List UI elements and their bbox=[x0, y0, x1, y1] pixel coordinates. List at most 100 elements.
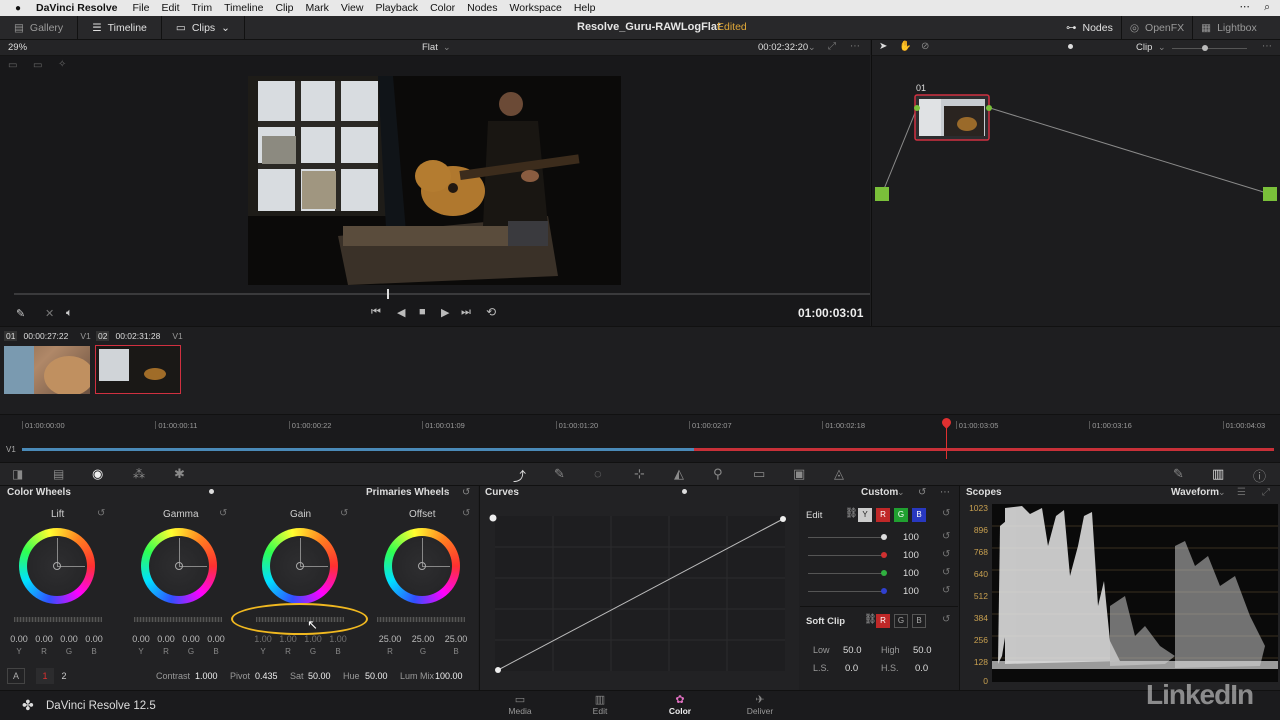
speaker-icon[interactable]: 🔈︎ bbox=[66, 307, 73, 320]
chevron-down-icon[interactable]: ⌄ bbox=[808, 42, 816, 53]
pointer-icon[interactable]: ➤ bbox=[879, 41, 887, 52]
gain-y-value[interactable]: 1.00 bbox=[253, 634, 273, 644]
fullscreen-icon[interactable]: ⤢ bbox=[828, 41, 836, 52]
camera-raw-icon[interactable]: ◨ bbox=[12, 467, 23, 481]
gamma-b-value[interactable]: 0.00 bbox=[206, 634, 226, 644]
scope-type-selector[interactable]: Waveform bbox=[1171, 487, 1219, 501]
r-intensity-slider[interactable] bbox=[808, 555, 886, 556]
lift-y-value[interactable]: 0.00 bbox=[9, 634, 29, 644]
ls-value[interactable]: 0.0 bbox=[845, 663, 858, 674]
key-icon[interactable]: ⚲ bbox=[713, 466, 723, 482]
play-icon[interactable]: ▶ bbox=[441, 306, 449, 319]
gamma-r-value[interactable]: 0.00 bbox=[156, 634, 176, 644]
apple-icon[interactable]: ● bbox=[8, 3, 28, 14]
openfx-button[interactable]: ◎ OpenFX bbox=[1122, 16, 1192, 40]
viewer-mode-icon[interactable]: ▭ bbox=[8, 60, 17, 71]
gamma-y-value[interactable]: 0.00 bbox=[131, 634, 151, 644]
menu-mark[interactable]: Mark bbox=[306, 2, 329, 14]
reset-icon[interactable]: ↺ bbox=[942, 614, 950, 625]
viewer-frame[interactable] bbox=[248, 76, 621, 285]
menu-file[interactable]: File bbox=[133, 2, 150, 14]
more-options-icon[interactable]: ⋯ bbox=[1262, 41, 1272, 52]
nodes-button[interactable]: ⊶ Nodes bbox=[1058, 16, 1121, 40]
sizing-icon[interactable]: ▭ bbox=[753, 466, 765, 482]
offset-g-value[interactable]: 25.00 bbox=[409, 634, 437, 644]
reset-icon[interactable]: ↺ bbox=[942, 585, 950, 596]
reset-icon[interactable]: ↺ bbox=[942, 549, 950, 560]
color-node-01[interactable] bbox=[915, 95, 989, 140]
gain-b-value[interactable]: 1.00 bbox=[328, 634, 348, 644]
scopes-tab-icon[interactable]: ▥ bbox=[1212, 466, 1224, 482]
stereo-icon[interactable]: ◬ bbox=[834, 466, 844, 482]
mini-timeline[interactable]: 01:00:00:00 01:00:00:11 01:00:00:22 01:00:0… bbox=[0, 414, 1280, 462]
menu-app-name[interactable]: DaVinci Resolve bbox=[36, 2, 118, 14]
window-icon[interactable]: ◌ bbox=[594, 466, 602, 481]
curve-graph[interactable] bbox=[480, 486, 800, 690]
page-2-button[interactable]: 2 bbox=[55, 668, 73, 684]
high-value[interactable]: 50.0 bbox=[913, 645, 932, 656]
link-icon[interactable]: ⛓ bbox=[864, 614, 877, 625]
lift-b-value[interactable]: 0.00 bbox=[84, 634, 104, 644]
offset-wheel[interactable] bbox=[384, 528, 460, 604]
node-output[interactable] bbox=[1263, 187, 1277, 201]
softclip-b-toggle[interactable]: B bbox=[912, 614, 926, 628]
color-picker-icon[interactable]: ✎ bbox=[16, 307, 25, 320]
color-picker-icon[interactable]: ✎ bbox=[1173, 466, 1184, 482]
offset-r-value[interactable]: 25.00 bbox=[376, 634, 404, 644]
menu-view[interactable]: View bbox=[341, 2, 364, 14]
reset-icon[interactable]: ↺ bbox=[918, 487, 926, 498]
b-slider-handle[interactable] bbox=[881, 588, 887, 594]
low-value[interactable]: 50.0 bbox=[843, 645, 862, 656]
menu-timeline[interactable]: Timeline bbox=[224, 2, 263, 14]
reset-icon[interactable]: ↺ bbox=[462, 487, 470, 498]
expand-icon[interactable]: ⤢ bbox=[1262, 487, 1270, 498]
node-mode-selector[interactable]: Clip bbox=[1136, 42, 1152, 53]
scrub-playhead[interactable] bbox=[387, 289, 389, 299]
menu-clip[interactable]: Clip bbox=[275, 2, 293, 14]
b-intensity-value[interactable]: 100 bbox=[903, 586, 919, 597]
more-options-icon[interactable]: ⋯ bbox=[850, 41, 860, 52]
reset-icon[interactable]: ↺ bbox=[942, 567, 950, 578]
gain-wheel[interactable] bbox=[262, 528, 338, 604]
lift-g-value[interactable]: 0.00 bbox=[59, 634, 79, 644]
page-1-button[interactable]: 1 bbox=[36, 668, 54, 684]
y-intensity-value[interactable]: 100 bbox=[903, 532, 919, 543]
lift-wheel[interactable] bbox=[19, 528, 95, 604]
node-zoom-handle[interactable] bbox=[1202, 45, 1208, 51]
reset-icon[interactable]: ↺ bbox=[942, 531, 950, 542]
channel-b-toggle[interactable]: B bbox=[912, 508, 926, 522]
menu-edit[interactable]: Edit bbox=[161, 2, 179, 14]
hue-value[interactable]: 50.00 bbox=[365, 671, 388, 681]
menu-playback[interactable]: Playback bbox=[375, 2, 418, 14]
palette-a-button[interactable]: A bbox=[7, 668, 25, 684]
magic-wand-icon[interactable]: ✧ bbox=[58, 59, 66, 70]
node-input[interactable] bbox=[875, 187, 889, 201]
info-icon[interactable]: ⓘ bbox=[1253, 466, 1266, 485]
bypass-icon[interactable]: ⊘ bbox=[921, 41, 929, 52]
node-editor[interactable]: 01 bbox=[871, 56, 1280, 326]
lightbox-button[interactable]: ▦ Lightbox bbox=[1193, 16, 1265, 40]
lift-master-wheel[interactable] bbox=[14, 617, 102, 622]
loop-icon[interactable]: ⟲ bbox=[486, 305, 496, 319]
menu-nodes[interactable]: Nodes bbox=[467, 2, 497, 14]
gain-r-value[interactable]: 1.00 bbox=[278, 634, 298, 644]
menu-workspace[interactable]: Workspace bbox=[510, 2, 562, 14]
scrub-bar[interactable] bbox=[14, 293, 870, 295]
r-intensity-value[interactable]: 100 bbox=[903, 550, 919, 561]
offset-reset-icon[interactable]: ↺ bbox=[462, 508, 470, 519]
qualifier-icon[interactable]: ✎ bbox=[554, 466, 565, 482]
clip-thumbnail-02[interactable] bbox=[95, 345, 181, 394]
link-icon[interactable]: ⛓ bbox=[845, 508, 858, 519]
menu-help[interactable]: Help bbox=[574, 2, 596, 14]
b-intensity-slider[interactable] bbox=[808, 591, 886, 592]
stop-icon[interactable]: ■ bbox=[419, 306, 426, 318]
sat-value[interactable]: 50.00 bbox=[308, 671, 331, 681]
color-wheels-tab-icon[interactable]: ◉ bbox=[92, 466, 103, 482]
reset-icon[interactable]: ↺ bbox=[942, 508, 950, 519]
play-reverse-icon[interactable]: ◀ bbox=[397, 306, 405, 319]
close-icon[interactable]: ✕ bbox=[45, 307, 54, 320]
menu-color[interactable]: Color bbox=[430, 2, 455, 14]
g-slider-handle[interactable] bbox=[881, 570, 887, 576]
motion-effects-icon[interactable]: ✱ bbox=[174, 466, 185, 482]
lift-r-value[interactable]: 0.00 bbox=[34, 634, 54, 644]
